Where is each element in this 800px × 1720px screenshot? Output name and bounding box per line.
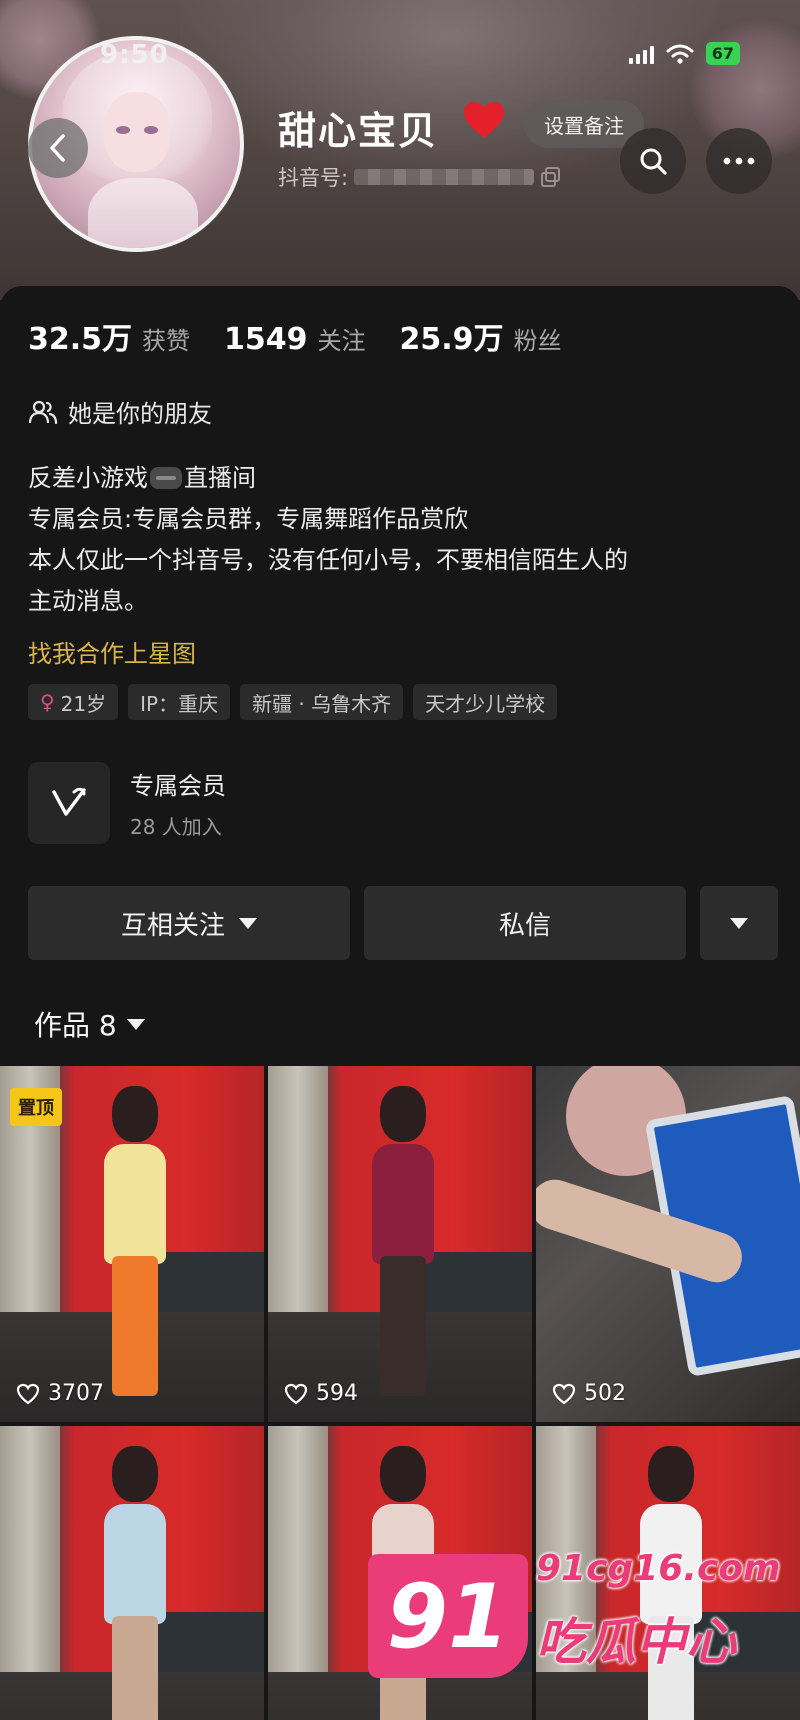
status-indicators: 67 xyxy=(628,42,740,65)
watermark-logo: 91 91cg16.com 吃瓜中心 xyxy=(368,1548,788,1698)
video-likes: 3707 xyxy=(16,1381,104,1406)
back-button[interactable] xyxy=(28,118,88,178)
more-icon xyxy=(723,157,755,165)
douyin-id-redacted xyxy=(354,169,535,185)
message-button[interactable]: 私信 xyxy=(364,886,686,960)
video-thumbnail[interactable]: 594 xyxy=(268,1066,532,1422)
action-buttons: 互相关注 私信 xyxy=(28,886,778,960)
tag-ip: IP：重庆 xyxy=(128,684,231,720)
caret-down-icon xyxy=(126,1018,145,1030)
profile-panel: 32.5万 获赞 1549 关注 25.9万 粉丝 她是你的朋友 反差小游戏 直播… xyxy=(0,286,800,1066)
stat-likes[interactable]: 32.5万 获赞 xyxy=(28,314,190,358)
friends-icon xyxy=(28,400,58,424)
douyin-id: 抖音号: xyxy=(278,162,562,192)
search-icon xyxy=(640,148,667,175)
member-title: 专属会员 xyxy=(130,772,226,800)
watermark-number: 91 xyxy=(368,1554,528,1678)
friend-relation-text: 她是你的朋友 xyxy=(68,400,212,428)
exclusive-member-entry[interactable]: 专属会员 28 人加入 xyxy=(28,762,226,844)
stat-following[interactable]: 1549 关注 xyxy=(224,321,366,357)
tag-age: ♀ 21岁 xyxy=(28,684,119,720)
search-button[interactable] xyxy=(620,128,686,194)
friend-relation: 她是你的朋友 xyxy=(28,394,212,429)
video-likes: 502 xyxy=(552,1381,626,1406)
video-thumbnail[interactable] xyxy=(0,1426,264,1720)
profile-bio: 反差小游戏 直播间 专属会员:专属会员群，专属舞蹈作品赏欣 本人仅此一个抖音号，没… xyxy=(28,464,628,615)
wifi-icon xyxy=(666,44,694,64)
tag-school[interactable]: 天才少儿学校 xyxy=(413,684,558,720)
heart-outline-icon xyxy=(552,1383,576,1404)
profile-stats: 32.5万 获赞 1549 关注 25.9万 粉丝 xyxy=(28,314,596,358)
more-options-button[interactable] xyxy=(706,128,772,194)
battery-indicator: 67 xyxy=(705,42,740,65)
mutual-follow-button[interactable]: 互相关注 xyxy=(28,886,350,960)
star-map-link[interactable]: 找我合作上星图 xyxy=(28,634,196,669)
tab-works[interactable]: 作品 8 xyxy=(34,1004,145,1044)
member-count: 28 人加入 xyxy=(130,815,222,839)
douyin-id-label: 抖音号: xyxy=(278,166,349,190)
video-thumbnail[interactable]: 502 xyxy=(536,1066,800,1422)
pinned-badge: 置顶 xyxy=(10,1088,62,1126)
chevron-left-icon xyxy=(50,134,65,162)
tag-location: 新疆 · 乌鲁木齐 xyxy=(240,684,404,720)
gamepad-icon xyxy=(150,467,182,489)
female-icon: ♀ xyxy=(40,690,55,714)
stat-followers[interactable]: 25.9万 粉丝 xyxy=(400,314,562,358)
status-time: 9:50 xyxy=(100,40,169,70)
video-likes: 594 xyxy=(284,1381,358,1406)
profile-tags: ♀ 21岁 IP：重庆 新疆 · 乌鲁木齐 天才少儿学校 xyxy=(28,684,558,720)
video-thumbnail[interactable]: 置顶 3707 xyxy=(0,1066,264,1422)
profile-name: 甜心宝贝 xyxy=(278,109,439,153)
heart-outline-icon xyxy=(284,1383,308,1404)
watermark-text: 吃瓜中心 xyxy=(536,1613,736,1671)
more-dropdown-button[interactable] xyxy=(700,886,778,960)
copy-icon[interactable] xyxy=(540,166,562,188)
watermark-domain: 91cg16.com xyxy=(536,1548,781,1589)
signal-icon xyxy=(628,44,654,64)
heart-icon xyxy=(462,100,506,144)
heart-outline-icon xyxy=(16,1383,40,1404)
member-v-icon xyxy=(28,762,110,844)
profile-header: 9:50 67 甜心宝贝 设置备注 抖音号: xyxy=(0,0,800,300)
caret-down-icon xyxy=(730,917,748,929)
caret-down-icon xyxy=(239,917,257,929)
